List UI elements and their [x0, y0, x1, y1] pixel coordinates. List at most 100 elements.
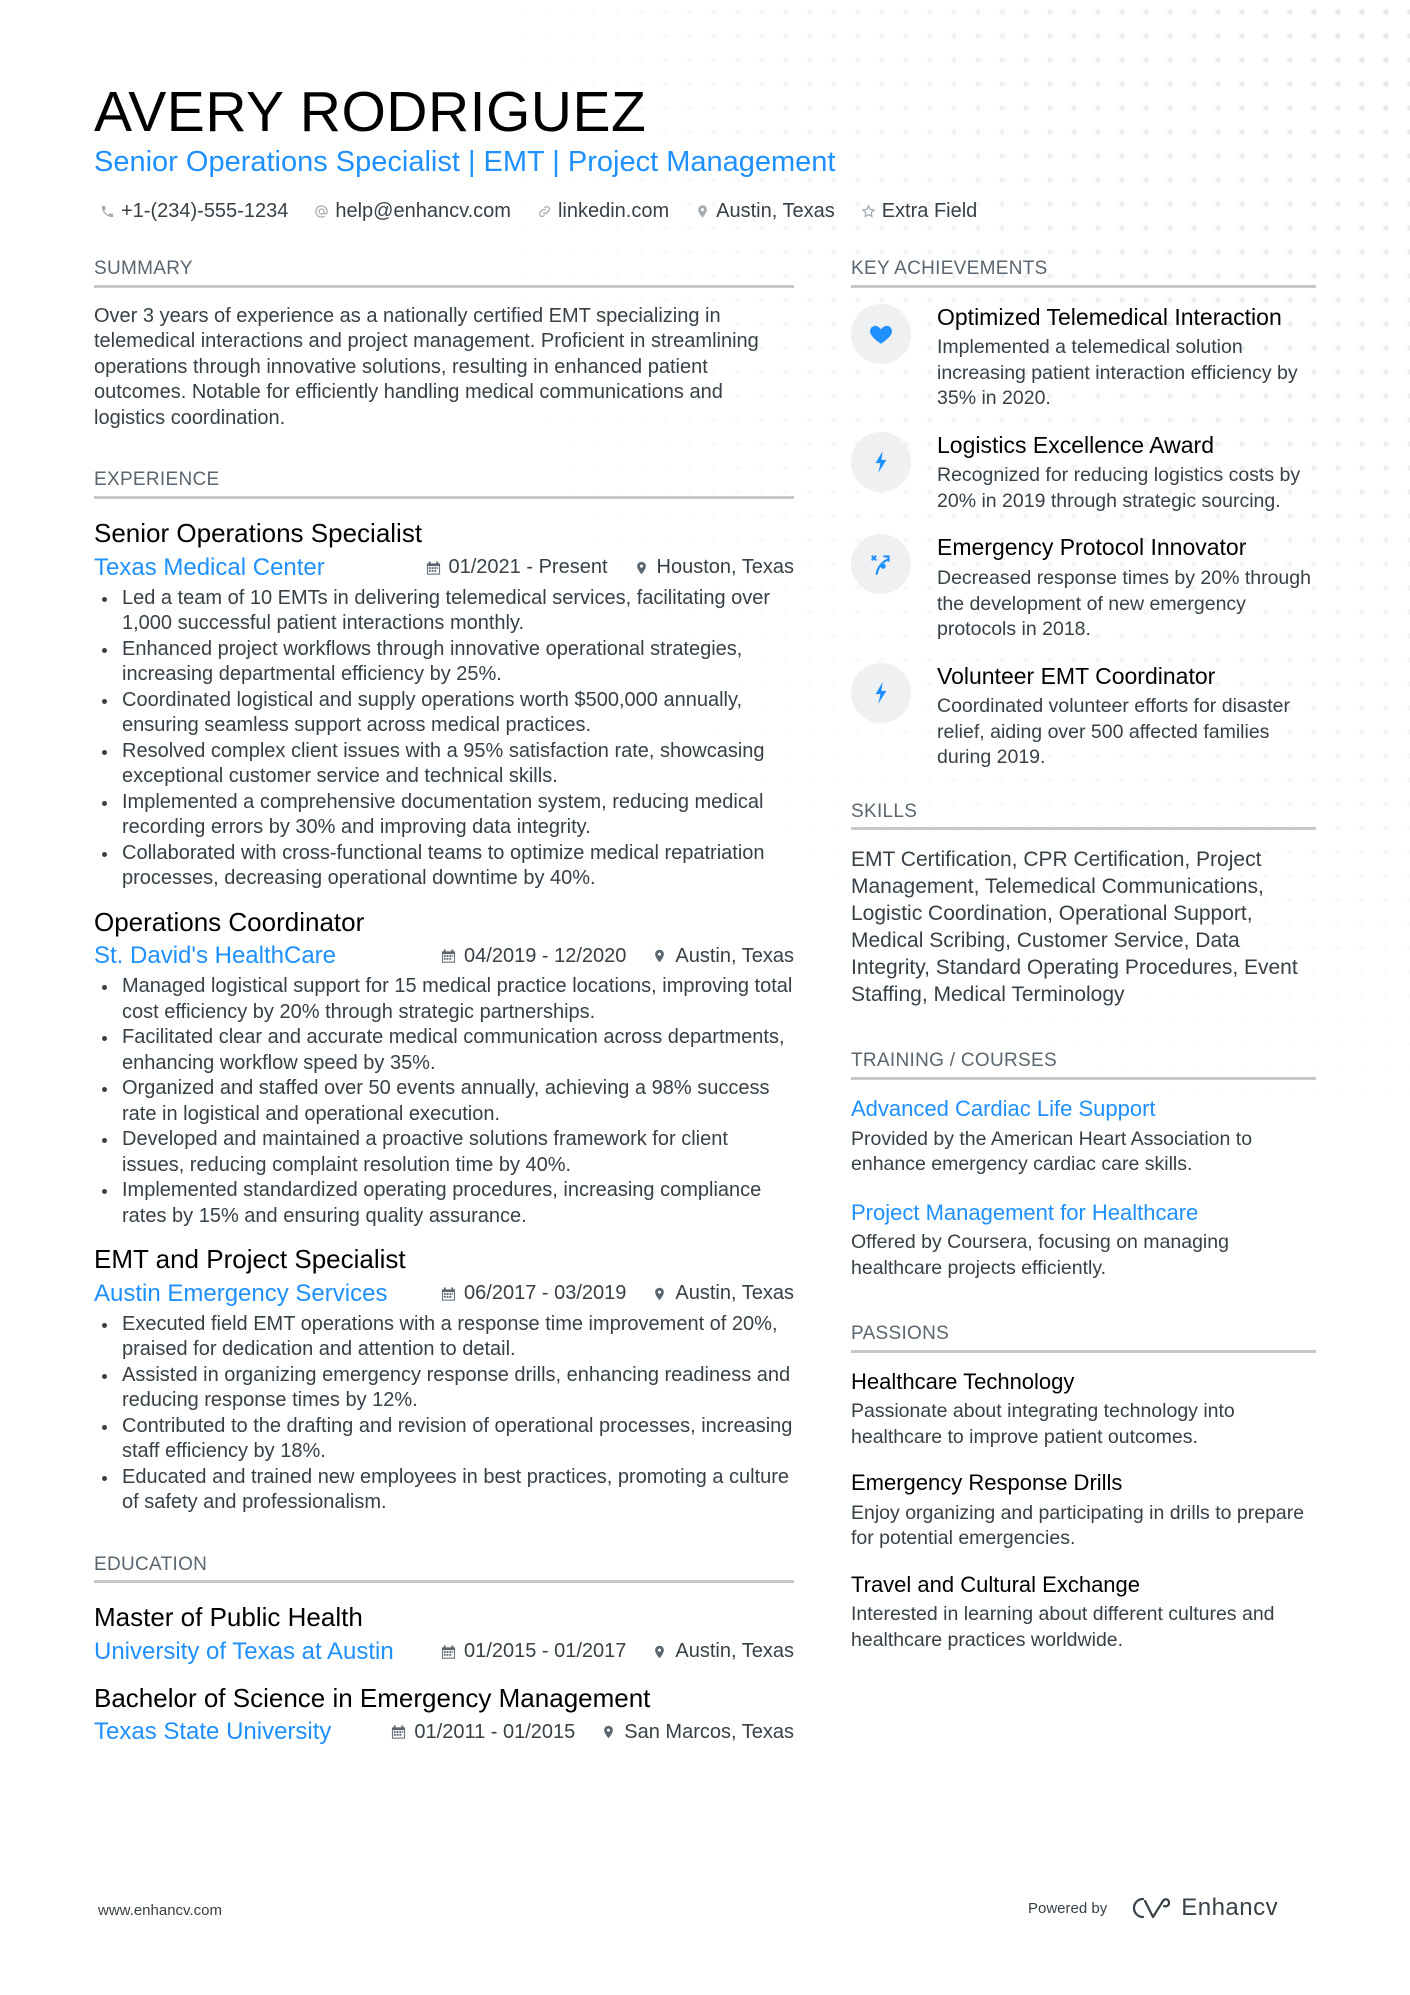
achievement-title: Logistics Excellence Award [937, 431, 1214, 458]
job-bullets: Executed field EMT operations with a res… [94, 1312, 794, 1516]
course-description: Offered by Coursera, focusing on managin… [851, 1231, 1229, 1279]
job-meta: Texas Medical Center 01/2021 - Present H… [94, 554, 794, 582]
education-dates: 01/2015 - 01/2017 [441, 1640, 626, 1663]
job-entry: Operations Coordinator St. David's Healt… [94, 906, 794, 1230]
bullet-item: Executed field EMT operations with a res… [94, 1312, 794, 1363]
skills-heading: SKILLS [851, 801, 1316, 831]
contact-linkedin[interactable]: linkedin.com [537, 200, 669, 223]
contact-email[interactable]: help@enhancv.com [314, 200, 511, 223]
bullet-item: Organized and staffed over 50 events ann… [94, 1076, 794, 1127]
location-pin-icon [604, 1726, 614, 1739]
degree-title: Bachelor of Science in Emergency Managem… [94, 1682, 651, 1713]
summary-heading: SUMMARY [94, 258, 794, 288]
candidate-name: AVERY RODRIGUEZ [94, 80, 647, 144]
job-bullets: Led a team of 10 EMTs in delivering tele… [94, 586, 794, 892]
bullet-item: Resolved complex client issues with a 95… [94, 739, 794, 790]
bullet-item: Collaborated with cross-functional teams… [94, 841, 794, 892]
enhancv-logo-icon [1133, 1897, 1171, 1919]
achievements-section: KEY ACHIEVEMENTS Optimized Telemedical I… [851, 258, 1316, 771]
training-section: TRAINING / COURSES Advanced Cardiac Life… [851, 1050, 1316, 1281]
achievement-title: Emergency Protocol Innovator [937, 534, 1247, 561]
left-column: SUMMARY Over 3 years of experience as a … [94, 258, 794, 1746]
bullet-item: Facilitated clear and accurate medical c… [94, 1025, 794, 1076]
contact-location: Austin, Texas [695, 200, 835, 223]
achievement-item: Optimized Telemedical Interaction Implem… [851, 303, 1316, 412]
achievement-item: Volunteer EMT Coordinator Coordinated vo… [851, 662, 1316, 771]
link-icon [538, 206, 550, 217]
enhancv-logo[interactable]: Enhancv [1129, 1894, 1278, 1922]
passions-section: PASSIONS Healthcare Technology Passionat… [851, 1323, 1316, 1653]
education-section: EDUCATION Master of Public Health Univer… [94, 1554, 794, 1747]
passion-title: Emergency Response Drills [851, 1470, 1123, 1496]
passion-description: Passionate about integrating technology … [851, 1400, 1235, 1448]
job-meta: St. David's HealthCare 04/2019 - 12/2020… [94, 942, 794, 970]
job-dates: 01/2021 - Present [426, 556, 608, 579]
location-pin-icon [655, 1645, 665, 1659]
footer-website-link[interactable]: www.enhancv.com [98, 1902, 222, 1919]
footer-branding: Powered by Enhancv [1028, 1894, 1278, 1922]
contact-email-text: help@enhancv.com [335, 200, 511, 222]
course-description: Provided by the American Heart Associati… [851, 1127, 1253, 1176]
bullet-item: Educated and trained new employees in be… [94, 1465, 794, 1516]
contact-phone[interactable]: +1-(234)-555-1234 [100, 200, 288, 223]
contact-extra-field: Extra Field [861, 200, 978, 223]
job-title: EMT and Project Specialist [94, 1244, 406, 1275]
degree-title: Master of Public Health [94, 1602, 363, 1633]
school-name: Texas State University [94, 1718, 332, 1746]
job-bullets: Managed logistical support for 15 medica… [94, 974, 794, 1229]
achievement-description: Implemented a telemedical solution incre… [937, 336, 1298, 410]
summary-text: Over 3 years of experience as a national… [94, 304, 759, 429]
achievement-description: Decreased response times by 20% through … [937, 567, 1311, 641]
course-item: Project Management for Healthcare Offere… [851, 1200, 1316, 1281]
job-dates: 06/2017 - 03/2019 [441, 1282, 626, 1305]
experience-heading: EXPERIENCE [94, 469, 794, 500]
heart-icon [870, 325, 892, 344]
course-item: Advanced Cardiac Life Support Provided b… [851, 1096, 1316, 1177]
achievement-item: Emergency Protocol Innovator Decreased r… [851, 534, 1316, 642]
job-entry: EMT and Project Specialist Austin Emerge… [94, 1243, 794, 1516]
star-icon [861, 204, 876, 218]
location-pin-icon [698, 205, 707, 218]
bullet-item: Developed and maintained a proactive sol… [94, 1127, 794, 1178]
location-pin-icon [655, 949, 665, 963]
education-meta: Texas State University 01/2011 - 01/2015… [94, 1718, 794, 1746]
contact-linkedin-text: linkedin.com [557, 200, 670, 222]
achievement-description: Coordinated volunteer efforts for disast… [937, 695, 1290, 769]
passion-item: Healthcare Technology Passionate about i… [851, 1369, 1316, 1450]
bullet-item: Implemented a comprehensive documentatio… [94, 790, 794, 841]
passion-item: Travel and Cultural Exchange Interested … [851, 1572, 1316, 1653]
calendar-icon [441, 1287, 456, 1301]
course-title: Advanced Cardiac Life Support [851, 1096, 1156, 1122]
education-entry: Master of Public Health University of Te… [94, 1601, 794, 1666]
company-name: St. David's HealthCare [94, 942, 337, 970]
education-meta: University of Texas at Austin 01/2015 - … [94, 1638, 794, 1666]
contact-extra-field-text: Extra Field [881, 200, 978, 222]
strategy-play-icon [871, 555, 890, 576]
job-location: Austin, Texas [652, 945, 794, 968]
contact-location-text: Austin, Texas [716, 200, 835, 222]
passion-title: Healthcare Technology [851, 1368, 1075, 1394]
powered-by-label: Powered by [1028, 1899, 1108, 1917]
bullet-item: Managed logistical support for 15 medica… [94, 974, 794, 1025]
education-location: San Marcos, Texas [601, 1721, 794, 1744]
job-meta: Austin Emergency Services 06/2017 - 03/2… [94, 1280, 794, 1308]
candidate-headline: Senior Operations Specialist | EMT | Pro… [94, 146, 836, 178]
company-name: Texas Medical Center [94, 553, 325, 581]
calendar-icon [392, 1725, 406, 1739]
location-pin-icon [655, 1287, 665, 1300]
education-dates: 01/2011 - 01/2015 [391, 1721, 575, 1744]
brand-name: Enhancv [1181, 1894, 1279, 1921]
bullet-item: Enhanced project workflows through innov… [94, 637, 794, 688]
achievement-title: Optimized Telemedical Interaction [937, 303, 1282, 330]
education-entry: Bachelor of Science in Emergency Managem… [94, 1682, 794, 1747]
school-name: University of Texas at Austin [94, 1637, 394, 1665]
summary-section: SUMMARY Over 3 years of experience as a … [94, 258, 794, 431]
achievement-item: Logistics Excellence Award Recognized fo… [851, 431, 1316, 515]
at-icon [315, 205, 329, 218]
education-heading: EDUCATION [94, 1554, 794, 1584]
skills-list: EMT Certification, CPR Certification, Pr… [851, 848, 1298, 1007]
job-dates: 04/2019 - 12/2020 [441, 945, 626, 968]
phone-icon [101, 205, 114, 218]
passion-description: Enjoy organizing and participating in dr… [851, 1501, 1305, 1550]
job-entry: Senior Operations Specialist Texas Medic… [94, 517, 794, 892]
